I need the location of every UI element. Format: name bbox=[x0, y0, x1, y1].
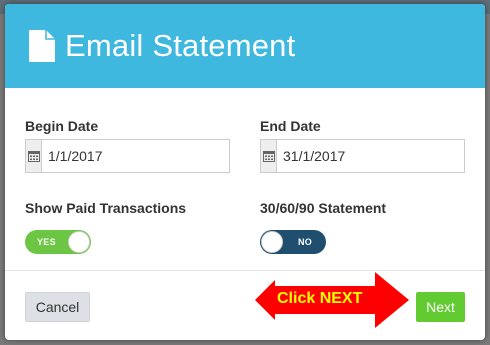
document-icon bbox=[29, 30, 55, 62]
begin-date-input-group[interactable] bbox=[25, 139, 230, 173]
click-next-annotation: Click NEXT bbox=[277, 290, 363, 307]
show-paid-label: Show Paid Transactions bbox=[25, 200, 187, 216]
statement-306090-toggle[interactable]: NO bbox=[260, 230, 326, 254]
calendar-icon[interactable] bbox=[26, 140, 42, 172]
dialog-title: Email Statement bbox=[65, 28, 296, 63]
show-paid-field: Show Paid Transactions YES bbox=[25, 200, 186, 254]
end-date-input-group[interactable] bbox=[260, 139, 465, 173]
statement-306090-field: 30/60/90 Statement NO bbox=[260, 200, 386, 254]
toggle-state-text: NO bbox=[298, 237, 313, 247]
calendar-icon[interactable] bbox=[261, 140, 277, 172]
toggle-knob bbox=[261, 231, 283, 253]
next-button[interactable]: Next bbox=[416, 292, 465, 322]
begin-date-field: Begin Date bbox=[25, 118, 230, 173]
toggle-knob bbox=[68, 231, 90, 253]
dialog-footer: Cancel Next bbox=[5, 270, 485, 340]
cancel-button[interactable]: Cancel bbox=[25, 292, 90, 322]
begin-date-label: Begin Date bbox=[25, 118, 99, 134]
dialog-body: Begin Date End D bbox=[5, 88, 485, 270]
end-date-field: End Date bbox=[260, 118, 465, 173]
end-date-input[interactable] bbox=[277, 140, 464, 172]
email-statement-dialog: Email Statement Begin Date 1/1/2017 End … bbox=[5, 4, 485, 340]
statement-306090-label: 30/60/90 Statement bbox=[260, 200, 387, 216]
toggle-state-text: YES bbox=[37, 237, 56, 247]
show-paid-toggle[interactable]: YES bbox=[25, 230, 91, 254]
end-date-label: End Date bbox=[260, 118, 321, 134]
dialog-header: Email Statement bbox=[5, 4, 485, 88]
begin-date-input[interactable] bbox=[42, 140, 229, 172]
